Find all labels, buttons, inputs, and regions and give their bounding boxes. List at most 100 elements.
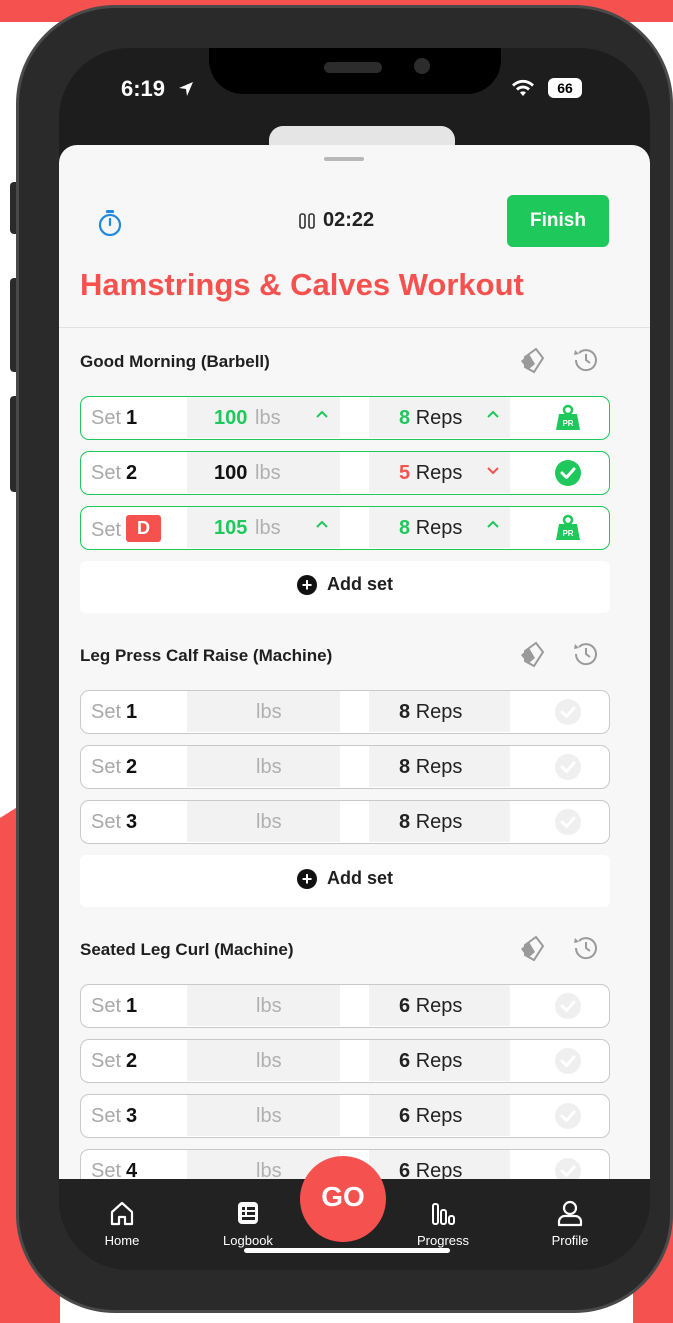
check-circle-icon[interactable] [554, 808, 582, 836]
weight-value: 100 [214, 407, 248, 429]
tab-profile[interactable]: Profile [525, 1199, 615, 1248]
history-icon[interactable] [571, 933, 601, 963]
weight-unit: lbs [256, 811, 282, 833]
set-label: Set D [91, 515, 162, 544]
set-row[interactable]: Set 2 lbs 6 Reps [80, 1039, 610, 1083]
reps-value: 6 Reps [399, 1050, 463, 1072]
chevron-up-icon [487, 520, 499, 528]
tab-logbook[interactable]: Logbook [203, 1199, 293, 1248]
tab-home[interactable]: Home [77, 1199, 167, 1248]
set-row[interactable]: Set 2 lbs 8 Reps [80, 745, 610, 789]
pr-kettlebell-icon[interactable]: PR [554, 514, 582, 542]
exercise-title[interactable]: Seated Leg Curl (Machine) [80, 940, 293, 960]
set-label: Set 3 [91, 811, 138, 833]
set-row[interactable]: Set 2 100 lbs 5 Reps [80, 451, 610, 495]
plate-icon[interactable] [517, 933, 547, 963]
check-circle-icon[interactable] [554, 698, 582, 726]
workout-title[interactable]: Hamstrings & Calves Workout [80, 267, 524, 303]
set-label: Set 1 [91, 995, 138, 1017]
home-icon [110, 1201, 134, 1226]
set-number: 2 [126, 462, 138, 484]
home-indicator[interactable] [244, 1248, 450, 1253]
camera-icon [414, 58, 430, 74]
set-number: 1 [126, 701, 138, 723]
plate-icon[interactable] [517, 639, 547, 669]
status-time: 6:19 [121, 76, 166, 101]
divider [59, 327, 650, 328]
plus-circle-icon: + [296, 868, 317, 889]
chevron-up-icon [487, 410, 499, 418]
exercise-title[interactable]: Leg Press Calf Raise (Machine) [80, 646, 332, 666]
speaker-grille [324, 62, 382, 73]
logbook-icon [238, 1202, 258, 1224]
history-icon[interactable] [571, 639, 601, 669]
set-number: 2 [126, 756, 138, 778]
check-circle-icon[interactable] [554, 1047, 582, 1075]
reps-value: 5 Reps [399, 462, 463, 484]
phone-screen: 6:19 66 02:22 Finish Hamstrings & Calves… [59, 48, 650, 1270]
reps-value: 6 Reps [399, 995, 463, 1017]
set-label: Set 1 [91, 407, 138, 429]
set-number: 1 [126, 995, 138, 1017]
tab-label: Profile [551, 1233, 589, 1248]
add-set-label: Add set [326, 868, 393, 888]
exercise-title[interactable]: Good Morning (Barbell) [80, 352, 270, 372]
reps-value: 8 Reps [399, 811, 463, 833]
svg-text:PR: PR [562, 529, 573, 538]
set-row[interactable]: Set 1 lbs 6 Reps [80, 984, 610, 1028]
weight-value: 105 [214, 517, 248, 539]
weight-unit: lbs [255, 407, 281, 429]
set-row[interactable]: Set 1 lbs 8 Reps [80, 690, 610, 734]
weight-unit: lbs [255, 462, 281, 484]
pr-kettlebell-icon[interactable]: PR [554, 404, 582, 432]
set-label: Set 2 [91, 462, 138, 484]
svg-text:PR: PR [562, 419, 573, 428]
set-number: 2 [126, 1050, 138, 1072]
weight-unit: lbs [256, 1105, 282, 1127]
reps-value: 8 Reps [399, 517, 463, 539]
phone-frame: 6:19 66 02:22 Finish Hamstrings & Calves… [19, 8, 670, 1310]
elapsed-timer: 02:22 [299, 209, 374, 232]
stopwatch-icon[interactable] [97, 209, 123, 237]
profile-icon [557, 1200, 583, 1227]
tab-label: Home [104, 1233, 140, 1248]
check-circle-icon[interactable] [554, 992, 582, 1020]
elapsed-time: 02:22 [323, 209, 375, 231]
tab-label: Progress [416, 1233, 470, 1248]
add-set-label: Add set [326, 574, 393, 594]
add-set-button[interactable]: + Add set [80, 855, 610, 907]
set-row[interactable]: Set 3 lbs 6 Reps [80, 1094, 610, 1138]
set-row[interactable]: Set 1 100 lbs 8 Reps PR [80, 396, 610, 440]
weight-unit: lbs [255, 517, 281, 539]
battery-indicator: 66 [548, 78, 582, 98]
set-row[interactable]: Set D 105 lbs 8 Reps PR [80, 506, 610, 550]
weight-unit: lbs [256, 995, 282, 1017]
set-label: Set 2 [91, 1050, 138, 1072]
check-circle-icon[interactable] [554, 459, 582, 487]
tab-progress[interactable]: Progress [398, 1199, 488, 1248]
reps-value: 6 Reps [399, 1105, 463, 1127]
check-circle-icon[interactable] [554, 1102, 582, 1130]
sheet-grabber[interactable] [324, 157, 364, 161]
reps-value: 8 Reps [399, 701, 463, 723]
finish-button[interactable]: Finish [507, 195, 609, 247]
weight-unit: lbs [256, 756, 282, 778]
tab-label: Logbook [223, 1233, 273, 1248]
set-row[interactable]: Set 3 lbs 8 Reps [80, 800, 610, 844]
reps-value: 8 Reps [399, 756, 463, 778]
check-circle-icon[interactable] [554, 753, 582, 781]
weight-value: 100 [214, 462, 248, 484]
wifi-icon [512, 79, 534, 96]
plate-icon[interactable] [517, 345, 547, 375]
history-icon[interactable] [571, 345, 601, 375]
drop-set-badge[interactable]: D [126, 515, 162, 542]
set-number: 3 [126, 811, 138, 833]
workout-sheet[interactable]: 02:22 Finish Hamstrings & Calves Workout… [59, 145, 650, 1195]
set-label: Set 2 [91, 756, 138, 778]
set-label: Set 3 [91, 1105, 138, 1127]
add-set-button[interactable]: + Add set [80, 561, 610, 613]
progress-icon [432, 1203, 455, 1225]
go-button[interactable]: GO [300, 1156, 386, 1242]
set-number: 1 [126, 407, 138, 429]
pause-icon[interactable] [299, 212, 315, 230]
